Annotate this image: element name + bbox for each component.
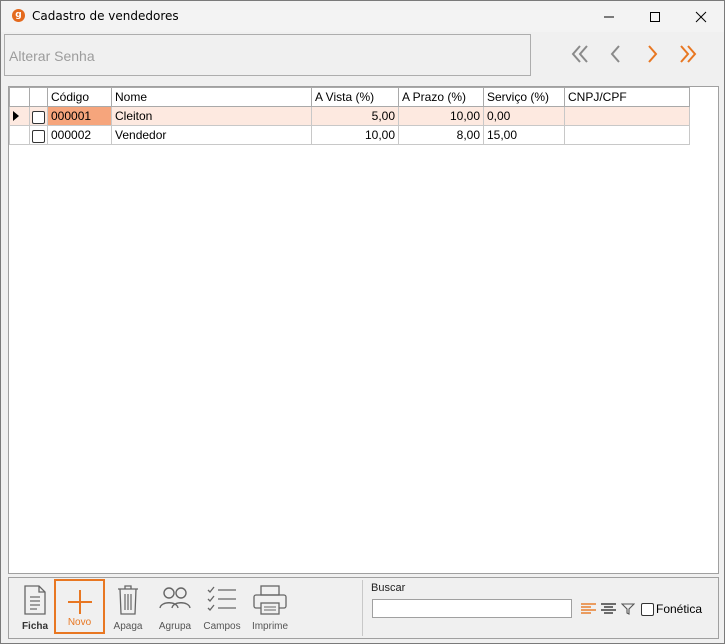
checklist-icon — [207, 586, 236, 611]
imprime-label: Imprime — [251, 621, 289, 632]
apaga-label: Apaga — [113, 621, 143, 632]
next-icon — [648, 45, 658, 63]
alterar-senha-button[interactable]: Alterar Senha — [4, 34, 531, 76]
trash-icon — [118, 585, 138, 615]
align-center-icon[interactable] — [601, 603, 617, 615]
novo-button[interactable]: Novo — [54, 579, 105, 634]
app-icon: g — [12, 9, 25, 22]
imprime-button[interactable]: Imprime — [249, 578, 291, 636]
cell-a-vista[interactable]: 10,00 — [311, 125, 399, 145]
document-icon — [24, 585, 46, 615]
row-indicator — [9, 125, 30, 145]
close-icon — [695, 11, 707, 23]
cell-servico[interactable]: 0,00 — [483, 106, 565, 126]
checkbox-header — [29, 87, 48, 107]
current-row-arrow-icon — [13, 111, 19, 121]
ficha-button[interactable]: Ficha — [15, 578, 55, 636]
cell-cnpj-cpf[interactable] — [564, 106, 690, 126]
last-record-button[interactable] — [674, 40, 702, 68]
cell-servico[interactable]: 15,00 — [483, 125, 565, 145]
table-row[interactable]: 000001 Cleiton 5,00 10,00 0,00 — [9, 106, 690, 126]
table-row[interactable]: 000002 Vendedor 10,00 8,00 15,00 — [9, 125, 690, 145]
cell-codigo[interactable]: 000001 — [47, 106, 112, 126]
close-button[interactable] — [678, 1, 724, 32]
row-checkbox[interactable] — [32, 110, 45, 124]
cell-a-vista[interactable]: 5,00 — [311, 106, 399, 126]
window: g Cadastro de vendedores Alterar Senha C… — [0, 0, 725, 644]
next-record-button[interactable] — [638, 40, 666, 68]
bottom-toolbar: Ficha Novo Apaga Agrupa Campos Imprime B… — [8, 577, 719, 639]
cell-nome[interactable]: Cleiton — [111, 106, 312, 126]
fonetica-checkbox[interactable] — [641, 603, 654, 616]
cell-a-prazo[interactable]: 10,00 — [398, 106, 484, 126]
cell-a-prazo[interactable]: 8,00 — [398, 125, 484, 145]
maximize-icon — [650, 12, 660, 22]
minimize-button[interactable] — [586, 1, 632, 32]
top-toolbar: Alterar Senha — [1, 32, 724, 81]
grid-table: Código Nome A Vista (%) A Prazo (%) Serv… — [9, 87, 690, 145]
indicator-header — [9, 87, 30, 107]
agrupa-label: Agrupa — [158, 621, 192, 632]
row-checkbox[interactable] — [32, 129, 45, 143]
column-header-a-prazo[interactable]: A Prazo (%) — [398, 87, 484, 107]
cell-nome[interactable]: Vendedor — [111, 125, 312, 145]
group-users-icon — [159, 587, 191, 609]
cell-cnpj-cpf[interactable] — [564, 125, 690, 145]
search-input[interactable] — [372, 599, 572, 618]
previous-record-button[interactable] — [602, 40, 630, 68]
window-title: Cadastro de vendedores — [32, 9, 179, 23]
first-icon — [571, 45, 588, 63]
column-header-nome[interactable]: Nome — [111, 87, 312, 107]
ficha-label: Ficha — [21, 621, 49, 632]
apaga-button[interactable]: Apaga — [109, 578, 147, 636]
vendedores-grid[interactable]: Código Nome A Vista (%) A Prazo (%) Serv… — [8, 86, 719, 574]
fonetica-label[interactable]: Fonética — [656, 602, 702, 616]
column-header-servico[interactable]: Serviço (%) — [483, 87, 565, 107]
cell-codigo[interactable]: 000002 — [47, 125, 112, 145]
column-header-cnpj-cpf[interactable]: CNPJ/CPF — [564, 87, 690, 107]
campos-button[interactable]: Campos — [202, 578, 242, 636]
previous-icon — [610, 45, 620, 63]
row-checkbox-cell[interactable] — [29, 106, 48, 126]
plus-icon — [67, 590, 92, 614]
align-left-icon[interactable] — [581, 603, 597, 615]
toolbar-divider — [362, 580, 363, 636]
last-icon — [680, 45, 697, 63]
row-indicator — [9, 106, 30, 126]
campos-label: Campos — [203, 621, 241, 632]
printer-icon — [253, 585, 287, 615]
title-bar[interactable]: g Cadastro de vendedores — [1, 1, 724, 32]
agrupa-button[interactable]: Agrupa — [156, 578, 194, 636]
minimize-icon — [604, 16, 614, 18]
column-header-a-vista[interactable]: A Vista (%) — [311, 87, 399, 107]
column-header-codigo[interactable]: Código — [47, 87, 112, 107]
buscar-label: Buscar — [371, 582, 406, 594]
novo-label: Novo — [67, 617, 92, 628]
first-record-button[interactable] — [566, 40, 594, 68]
grid-header-row: Código Nome A Vista (%) A Prazo (%) Serv… — [9, 87, 690, 107]
maximize-button[interactable] — [632, 1, 678, 32]
filter-icon[interactable] — [621, 603, 635, 615]
row-checkbox-cell[interactable] — [29, 125, 48, 145]
